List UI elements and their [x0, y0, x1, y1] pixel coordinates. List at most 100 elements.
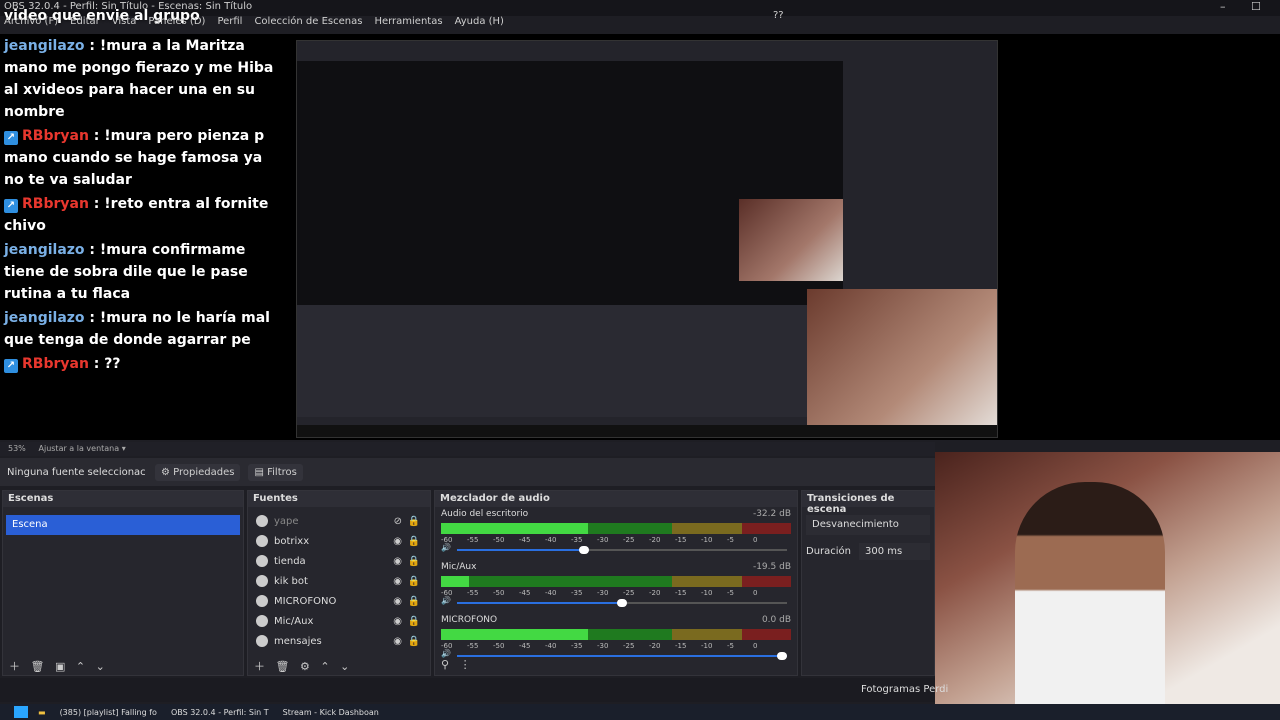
- mixer-footer: ⚲ ⋮: [435, 655, 797, 675]
- menu-item[interactable]: Vista: [112, 16, 137, 27]
- arrow-down-icon[interactable]: ⌄: [340, 660, 349, 673]
- channel-db: 0.0 dB: [761, 615, 791, 625]
- source-item[interactable]: kik bot ◉ 🔒: [248, 571, 430, 591]
- arrow-up-icon[interactable]: ⌃: [320, 660, 329, 673]
- filters-button[interactable]: ▤ Filtros: [248, 463, 303, 481]
- taskbar-app[interactable]: Stream - Kick Dashboan: [279, 707, 383, 718]
- chat-username: RBbryan: [22, 128, 89, 144]
- filters-label: Filtros: [267, 466, 297, 478]
- eye-icon[interactable]: ◉: [393, 636, 402, 647]
- lock-icon[interactable]: 🔒: [408, 596, 420, 607]
- zoom-level[interactable]: 53%: [8, 444, 26, 453]
- microphone-icon: [256, 615, 268, 627]
- volume-meter: [441, 629, 791, 640]
- image-icon: [256, 515, 268, 527]
- transitions-title: Transiciones de escena: [802, 491, 934, 515]
- source-item[interactable]: Mic/Aux ◉ 🔒: [248, 611, 430, 631]
- fit-dropdown[interactable]: Ajustar a la ventana: [39, 444, 120, 453]
- source-item[interactable]: botrixx ◉ 🔒: [248, 531, 430, 551]
- gear-icon[interactable]: ⚙: [300, 660, 310, 673]
- filter-icon: ▤: [254, 466, 264, 478]
- transition-select[interactable]: Desvanecimiento: [806, 515, 930, 535]
- source-item[interactable]: MICROFONO ◉ 🔒: [248, 591, 430, 611]
- eye-icon[interactable]: ◉: [393, 556, 402, 567]
- eye-icon[interactable]: ◉: [393, 616, 402, 627]
- trash-icon[interactable]: 🗑: [276, 660, 290, 673]
- lock-icon[interactable]: 🔒: [408, 616, 420, 627]
- taskbar-app[interactable]: OBS 32.0.4 - Perfil: Sin T: [167, 707, 273, 718]
- minimize-button[interactable]: –: [1220, 0, 1226, 13]
- speaker-icon[interactable]: 🔊: [441, 543, 451, 552]
- scenes-dock: Escenas Escena ＋ 🗑 ▣ ⌃ ⌄: [2, 490, 244, 676]
- volume-slider[interactable]: 🔊: [441, 596, 791, 607]
- mixer-channel: Audio del escritorio -32.2 dB -60 -55 -50 -45…: [435, 507, 797, 560]
- no-source-label: Ninguna fuente seleccionac: [7, 466, 146, 478]
- link-icon[interactable]: ⚲: [441, 658, 449, 671]
- menu-item[interactable]: Paneles (D): [148, 16, 205, 27]
- menu-item[interactable]: Editar: [70, 16, 100, 27]
- chat-message: jeangilazo : !mura no le haría mal que t…: [4, 310, 270, 348]
- source-name: MICROFONO: [274, 595, 337, 607]
- sources-dock: Fuentes yape ⊘ 🔒 botrixx ◉ 🔒 tienda ◉ 🔒 kik bot ◉ 🔒…: [247, 490, 431, 676]
- chat-message: ↗ RBbryan : !reto entra al fornite chivo: [4, 196, 269, 234]
- lock-icon[interactable]: 🔒: [408, 556, 420, 567]
- arrow-up-icon[interactable]: ⌃: [76, 660, 85, 673]
- duration-input[interactable]: 300 ms: [859, 543, 930, 560]
- volume-knob[interactable]: [578, 546, 589, 554]
- chevron-down-icon[interactable]: ▾: [122, 444, 126, 453]
- lock-icon[interactable]: 🔒: [408, 536, 420, 547]
- source-name: tienda: [274, 555, 306, 567]
- scale-tick: -15: [675, 536, 687, 544]
- trash-icon[interactable]: 🗑: [31, 660, 45, 673]
- lock-icon[interactable]: 🔒: [408, 636, 420, 647]
- add-icon[interactable]: ＋: [254, 660, 265, 673]
- source-name: yape: [274, 515, 299, 527]
- volume-knob[interactable]: [617, 599, 627, 607]
- add-icon[interactable]: ＋: [9, 660, 20, 673]
- meter-scale: -60 -55 -50 -45 -40 -35 -30 -25 -20 -15 -10 -5 0: [441, 642, 791, 650]
- eye-icon[interactable]: ◉: [393, 596, 402, 607]
- center-mark: ??: [773, 10, 784, 21]
- lock-icon[interactable]: 🔒: [408, 576, 420, 587]
- source-name: kik bot: [274, 575, 308, 587]
- windows-start-icon[interactable]: [14, 706, 28, 718]
- filter-icon[interactable]: ▣: [55, 660, 65, 673]
- chat-text: ??: [104, 356, 121, 372]
- scale-tick: -40: [545, 642, 557, 650]
- channel-db: -32.2 dB: [752, 509, 791, 519]
- chat-message: ↗ RBbryan : !mura pero pienza p mano cuan…: [4, 128, 265, 188]
- menu-item[interactable]: Herramientas: [374, 16, 442, 27]
- maximize-button[interactable]: ☐: [1251, 0, 1261, 13]
- scale-tick: -50: [493, 642, 505, 650]
- browser-icon: [256, 535, 268, 547]
- source-item[interactable]: mensajes ◉ 🔒: [248, 631, 430, 651]
- volume-meter: [441, 576, 791, 587]
- scene-item[interactable]: Escena: [6, 515, 240, 535]
- volume-slider[interactable]: 🔊: [441, 543, 791, 554]
- chat-overlay: jeangilazo : !mura a la Maritza mano me …: [0, 34, 290, 376]
- more-icon[interactable]: ⋮: [460, 658, 471, 671]
- folder-icon[interactable]: ▬: [34, 707, 50, 718]
- menu-item[interactable]: Colección de Escenas: [254, 16, 362, 27]
- speaker-icon[interactable]: 🔊: [441, 596, 451, 605]
- eye-icon[interactable]: ◉: [393, 536, 402, 547]
- taskbar-app[interactable]: (385) [playlist] Falling fo: [56, 707, 161, 718]
- source-item[interactable]: tienda ◉ 🔒: [248, 551, 430, 571]
- mixer-channel: Mic/Aux -19.5 dB -60 -55 -50 -45 -40 -35 -30 -25-…: [435, 560, 797, 613]
- eye-icon[interactable]: ◉: [393, 576, 402, 587]
- scale-tick: -5: [727, 642, 734, 650]
- menu-item[interactable]: Perfil: [217, 16, 242, 27]
- properties-button[interactable]: ⚙ Propiedades: [155, 463, 241, 481]
- lock-icon[interactable]: 🔒: [408, 516, 420, 527]
- chat-message: ↗ RBbryan : ??: [0, 352, 290, 376]
- meter-scale: -60 -55 -50 -45 -40 -35 -30 -25 -20 -15 -10 -5 0: [441, 536, 791, 544]
- menu-item[interactable]: Archivo (F): [4, 16, 58, 27]
- arrow-down-icon[interactable]: ⌄: [96, 660, 105, 673]
- duration-label: Duración: [806, 546, 852, 557]
- eye-off-icon[interactable]: ⊘: [394, 516, 402, 527]
- windows-taskbar: ▬ (385) [playlist] Falling fo OBS 32.0.4 …: [0, 704, 1280, 720]
- chat-message: jeangilazo : !mura a la Maritza mano me …: [4, 38, 274, 120]
- meter-level: [441, 629, 588, 640]
- source-item[interactable]: yape ⊘ 🔒: [248, 511, 430, 531]
- menu-item[interactable]: Ayuda (H): [455, 16, 504, 27]
